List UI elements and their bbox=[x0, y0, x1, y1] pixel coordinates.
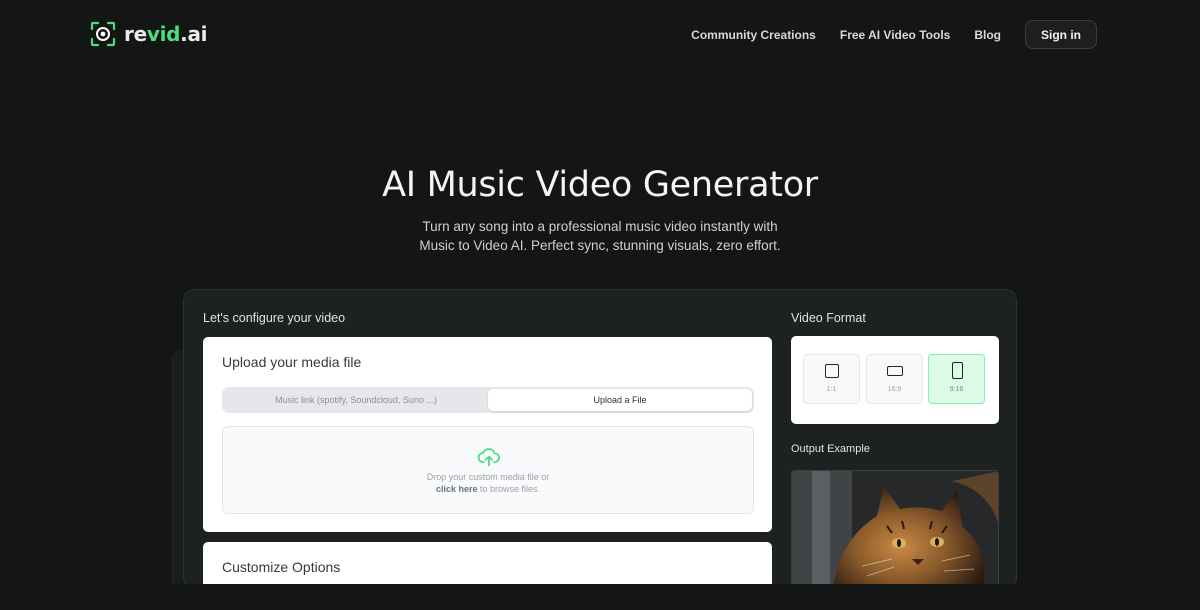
drop-zone-text: Drop your custom media file or click her… bbox=[223, 471, 753, 495]
top-nav: Community Creations Free AI Video Tools … bbox=[667, 20, 1097, 49]
format-label-9-16: 9:16 bbox=[949, 386, 964, 393]
brand-name: revid.ai bbox=[124, 22, 208, 46]
cloud-upload-icon bbox=[477, 447, 501, 467]
format-label-16-9: 16:9 bbox=[887, 386, 902, 393]
square-icon bbox=[825, 364, 839, 378]
upload-card: Upload your media file Music link (spoti… bbox=[203, 337, 772, 532]
upload-title: Upload your media file bbox=[222, 354, 362, 370]
subtitle-line-2: Music to Video AI. Perfect sync, stunnin… bbox=[419, 238, 781, 253]
drop-zone-line-2-rest: to browse files. bbox=[477, 484, 541, 494]
browse-files-link[interactable]: click here bbox=[436, 484, 478, 494]
nav-link-free-ai-video-tools[interactable]: Free AI Video Tools bbox=[840, 28, 950, 42]
nav-link-blog[interactable]: Blog bbox=[974, 28, 1001, 42]
camera-icon bbox=[90, 21, 116, 47]
tab-music-link[interactable]: Music link (spotify, Soundcloud, Suno ..… bbox=[224, 389, 488, 411]
output-example-image bbox=[791, 470, 999, 588]
sign-in-button[interactable]: Sign in bbox=[1025, 20, 1097, 49]
video-format-heading: Video Format bbox=[791, 311, 866, 325]
drop-zone-line-1: Drop your custom media file or bbox=[426, 472, 550, 482]
customize-card: Customize Options bbox=[203, 542, 772, 588]
format-option-16-9[interactable]: 16:9 bbox=[866, 354, 923, 404]
configure-panel: Let's configure your video Upload your m… bbox=[183, 289, 1017, 589]
subtitle-line-1: Turn any song into a professional music … bbox=[422, 219, 778, 234]
format-option-9-16[interactable]: 9:16 bbox=[928, 354, 985, 404]
source-tab-switch: Music link (spotify, Soundcloud, Suno ..… bbox=[222, 387, 754, 413]
tab-upload-file[interactable]: Upload a File bbox=[488, 389, 752, 411]
format-option-1-1[interactable]: 1:1 bbox=[803, 354, 860, 404]
landscape-icon bbox=[887, 366, 903, 376]
output-example-heading: Output Example bbox=[791, 443, 870, 455]
file-drop-zone[interactable]: Drop your custom media file or click her… bbox=[222, 426, 754, 514]
drop-zone-line-2: click here to browse files. bbox=[223, 483, 753, 495]
page-subtitle: Turn any song into a professional music … bbox=[0, 217, 1200, 255]
page-title: AI Music Video Generator bbox=[382, 165, 818, 205]
cat-image bbox=[792, 471, 998, 588]
brand-logo[interactable]: revid.ai bbox=[90, 21, 208, 47]
format-label-1-1: 1:1 bbox=[826, 386, 837, 393]
nav-link-community-creations[interactable]: Community Creations bbox=[691, 28, 816, 42]
page-bottom-edge bbox=[0, 584, 1200, 610]
portrait-icon bbox=[952, 362, 963, 379]
customize-title: Customize Options bbox=[222, 559, 341, 575]
video-format-card: 1:1 16:9 9:16 bbox=[791, 336, 999, 424]
configure-heading: Let's configure your video bbox=[203, 311, 346, 325]
